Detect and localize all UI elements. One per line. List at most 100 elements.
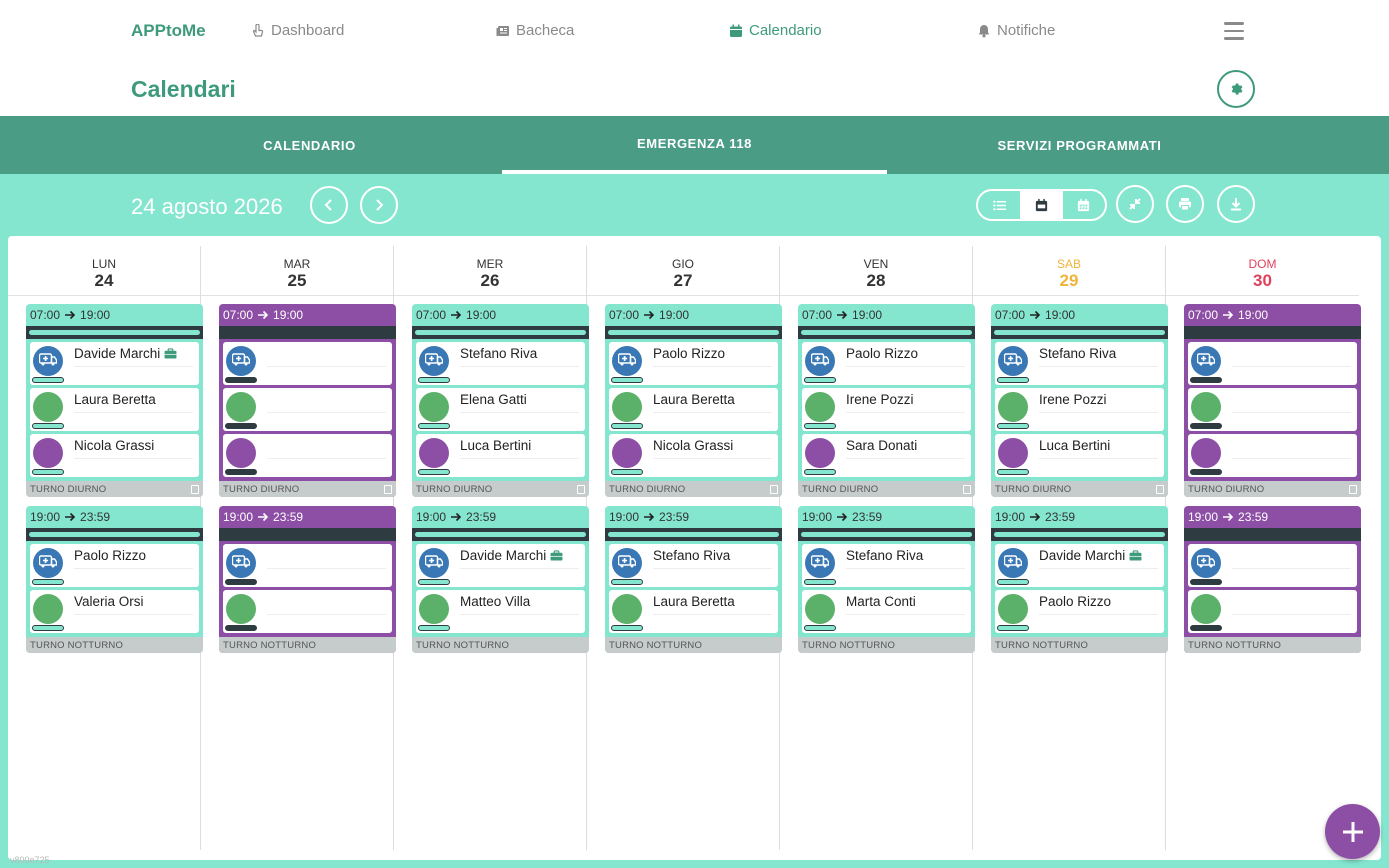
document-icon[interactable] [1349, 484, 1357, 494]
shift-member[interactable]: Paolo Rizzo [995, 590, 1164, 633]
shift-member[interactable] [1188, 342, 1357, 385]
tab-calendario[interactable]: CALENDARIO [117, 116, 502, 174]
shift-member[interactable]: Stefano Riva [416, 342, 585, 385]
arrow-right-icon [65, 310, 76, 320]
brand-logo[interactable]: APPtoMe [131, 21, 206, 41]
document-icon[interactable] [1156, 484, 1164, 494]
shift-member[interactable] [223, 434, 392, 477]
shift-member[interactable] [1188, 388, 1357, 431]
shift-member[interactable] [223, 590, 392, 633]
tab-servizi-programmati[interactable]: SERVIZI PROGRAMMATI [887, 116, 1272, 174]
shift-member[interactable]: Luca Bertini [995, 434, 1164, 477]
shift-night[interactable]: 19:00 23:59 Davide Marchi Matteo Villa TURNO… [412, 506, 589, 653]
shift-member[interactable] [223, 388, 392, 431]
shift-member[interactable]: Davide Marchi [30, 342, 199, 385]
shift-member[interactable] [223, 544, 392, 587]
shift-member[interactable]: Laura Beretta [30, 388, 199, 431]
next-week-button[interactable] [360, 186, 398, 224]
shift-label: TURNO NOTTURNO [609, 639, 703, 651]
calendar-icon [730, 24, 742, 37]
day-number: 27 [673, 271, 693, 290]
menu-icon[interactable] [1224, 22, 1244, 40]
shift-member[interactable]: Irene Pozzi [802, 388, 971, 431]
shift-night[interactable]: 19:00 23:59 TURNO NOTTURNO [219, 506, 396, 653]
shift-vehicle-bar [991, 528, 1168, 541]
document-icon[interactable] [191, 484, 199, 494]
shift-day[interactable]: 07:00 19:00 Stefano Riva Irene Pozzi Luca Be… [991, 304, 1168, 497]
shift-vehicle-bar [798, 326, 975, 339]
shift-night[interactable]: 19:00 23:59 TURNO NOTTURNO [1184, 506, 1361, 653]
day-header: DOM 30 [1166, 246, 1359, 296]
shift-member[interactable]: Stefano Riva [995, 342, 1164, 385]
shift-member[interactable] [1188, 434, 1357, 477]
member-name: Paolo Rizzo [653, 346, 726, 361]
document-icon[interactable] [770, 484, 778, 494]
shift-time: 07:00 19:00 [1184, 304, 1361, 326]
shift-member[interactable]: Marta Conti [802, 590, 971, 633]
shift-member[interactable]: Davide Marchi [416, 544, 585, 587]
add-shift-button[interactable] [1325, 804, 1380, 859]
day-number: 25 [287, 271, 307, 290]
prev-week-button[interactable] [310, 186, 348, 224]
nav-calendario[interactable]: Calendario [729, 22, 822, 39]
shift-member[interactable] [1188, 544, 1357, 587]
shift-label: TURNO DIURNO [802, 483, 879, 495]
nav-dashboard[interactable]: Dashboard [251, 22, 344, 39]
shift-member[interactable]: Sara Donati [802, 434, 971, 477]
shift-night[interactable]: 19:00 23:59 Stefano Riva Laura Beretta TURNO… [605, 506, 782, 653]
shift-night[interactable]: 19:00 23:59 Paolo Rizzo Valeria Orsi TURNO N… [26, 506, 203, 653]
compress-button[interactable] [1116, 185, 1154, 223]
shift-member[interactable]: Paolo Rizzo [802, 342, 971, 385]
shift-member[interactable]: Stefano Riva [802, 544, 971, 587]
shift-day[interactable]: 07:00 19:00 Davide Marchi Laura Beretta Nico… [26, 304, 203, 497]
shift-member[interactable]: Davide Marchi [995, 544, 1164, 587]
shift-member[interactable] [1188, 590, 1357, 633]
view-switcher [976, 189, 1107, 221]
print-button[interactable] [1166, 185, 1204, 223]
page-title: Calendari [131, 76, 236, 102]
document-icon[interactable] [384, 484, 392, 494]
shift-day[interactable]: 07:00 19:00 TURNO DIURNO [219, 304, 396, 497]
ambulance-avatar [1191, 346, 1221, 376]
shift-day[interactable]: 07:00 19:00 Stefano Riva Elena Gatti Luca Be… [412, 304, 589, 497]
shift-member[interactable]: Irene Pozzi [995, 388, 1164, 431]
month-view-button[interactable] [1063, 191, 1105, 219]
shift-day[interactable]: 07:00 19:00 Paolo Rizzo Irene Pozzi Sara Don… [798, 304, 975, 497]
shift-member[interactable]: Nicola Grassi [609, 434, 778, 477]
shift-time: 19:00 23:59 [412, 506, 589, 528]
shift-member[interactable]: Laura Beretta [609, 590, 778, 633]
shift-day[interactable]: 07:00 19:00 Paolo Rizzo Laura Beretta Nicola… [605, 304, 782, 497]
shift-member[interactable]: Matteo Villa [416, 590, 585, 633]
week-view-button[interactable] [1020, 191, 1063, 219]
shift-member[interactable]: Luca Bertini [416, 434, 585, 477]
shift-end: 23:59 [466, 510, 497, 524]
member-status-pill [997, 377, 1029, 383]
member-name-wrap: Marta Conti [846, 594, 916, 609]
document-icon[interactable] [963, 484, 971, 494]
ambulance-icon [617, 352, 637, 371]
shift-night[interactable]: 19:00 23:59 Stefano Riva Marta Conti TURNO N… [798, 506, 975, 653]
tab-emergenza-118[interactable]: EMERGENZA 118 [502, 116, 887, 174]
member-status-pill [611, 423, 643, 429]
shift-member[interactable]: Paolo Rizzo [30, 544, 199, 587]
shift-night[interactable]: 19:00 23:59 Davide Marchi Paolo Rizzo TURNO … [991, 506, 1168, 653]
day-header: LUN 24 [8, 246, 200, 296]
nav-bacheca[interactable]: Bacheca [496, 22, 574, 39]
member-status-pill [804, 423, 836, 429]
shift-member[interactable] [223, 342, 392, 385]
shift-member[interactable]: Stefano Riva [609, 544, 778, 587]
member-status-pill [997, 469, 1029, 475]
tab-bar: CALENDARIO EMERGENZA 118 SERVIZI PROGRAM… [0, 116, 1389, 174]
settings-button[interactable] [1217, 70, 1255, 108]
shift-member[interactable]: Paolo Rizzo [609, 342, 778, 385]
shift-member[interactable]: Valeria Orsi [30, 590, 199, 633]
download-button[interactable] [1217, 185, 1255, 223]
shift-start: 07:00 [802, 308, 833, 322]
shift-day[interactable]: 07:00 19:00 TURNO DIURNO [1184, 304, 1361, 497]
shift-member[interactable]: Laura Beretta [609, 388, 778, 431]
document-icon[interactable] [577, 484, 585, 494]
list-view-button[interactable] [978, 191, 1020, 219]
nav-notifiche[interactable]: Notifiche [977, 22, 1055, 39]
shift-member[interactable]: Elena Gatti [416, 388, 585, 431]
shift-member[interactable]: Nicola Grassi [30, 434, 199, 477]
